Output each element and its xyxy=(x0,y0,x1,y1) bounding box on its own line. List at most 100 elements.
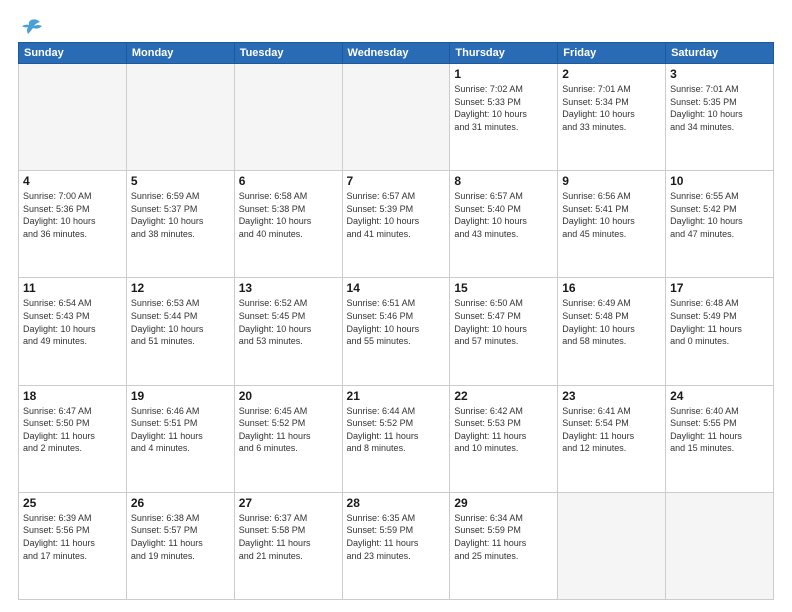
calendar-cell: 23 Sunrise: 6:41 AM Sunset: 5:54 PM Dayli… xyxy=(558,385,666,492)
cell-info: Sunrise: 6:41 AM Sunset: 5:54 PM Dayligh… xyxy=(562,405,661,455)
calendar-cell: 16 Sunrise: 6:49 AM Sunset: 5:48 PM Dayli… xyxy=(558,278,666,385)
calendar-cell: 4 Sunrise: 7:00 AM Sunset: 5:36 PM Daylig… xyxy=(19,171,127,278)
day-number: 26 xyxy=(131,496,230,510)
cell-info: Sunrise: 6:57 AM Sunset: 5:40 PM Dayligh… xyxy=(454,190,553,240)
day-number: 5 xyxy=(131,174,230,188)
cell-info: Sunrise: 6:52 AM Sunset: 5:45 PM Dayligh… xyxy=(239,297,338,347)
day-number: 24 xyxy=(670,389,769,403)
cell-info: Sunrise: 6:45 AM Sunset: 5:52 PM Dayligh… xyxy=(239,405,338,455)
calendar-cell xyxy=(558,492,666,599)
cell-info: Sunrise: 6:38 AM Sunset: 5:57 PM Dayligh… xyxy=(131,512,230,562)
page: SundayMondayTuesdayWednesdayThursdayFrid… xyxy=(0,0,792,612)
calendar-cell: 17 Sunrise: 6:48 AM Sunset: 5:49 PM Dayli… xyxy=(666,278,774,385)
day-number: 10 xyxy=(670,174,769,188)
day-number: 12 xyxy=(131,281,230,295)
calendar-cell: 1 Sunrise: 7:02 AM Sunset: 5:33 PM Daylig… xyxy=(450,64,558,171)
calendar-cell: 22 Sunrise: 6:42 AM Sunset: 5:53 PM Dayli… xyxy=(450,385,558,492)
day-number: 11 xyxy=(23,281,122,295)
day-number: 17 xyxy=(670,281,769,295)
cell-info: Sunrise: 6:51 AM Sunset: 5:46 PM Dayligh… xyxy=(347,297,446,347)
cell-info: Sunrise: 6:55 AM Sunset: 5:42 PM Dayligh… xyxy=(670,190,769,240)
cell-info: Sunrise: 6:56 AM Sunset: 5:41 PM Dayligh… xyxy=(562,190,661,240)
day-number: 19 xyxy=(131,389,230,403)
calendar-cell: 24Sunrise: 6:40 AM Sunset: 5:55 PM Dayli… xyxy=(666,385,774,492)
cell-info: Sunrise: 6:58 AM Sunset: 5:38 PM Dayligh… xyxy=(239,190,338,240)
cell-info: Sunrise: 6:46 AM Sunset: 5:51 PM Dayligh… xyxy=(131,405,230,455)
day-number: 18 xyxy=(23,389,122,403)
cell-info: Sunrise: 6:49 AM Sunset: 5:48 PM Dayligh… xyxy=(562,297,661,347)
col-header-sunday: Sunday xyxy=(19,43,127,64)
day-number: 6 xyxy=(239,174,338,188)
calendar-cell: 5 Sunrise: 6:59 AM Sunset: 5:37 PM Daylig… xyxy=(126,171,234,278)
cell-info: Sunrise: 6:50 AM Sunset: 5:47 PM Dayligh… xyxy=(454,297,553,347)
day-number: 22 xyxy=(454,389,553,403)
cell-info: Sunrise: 6:59 AM Sunset: 5:37 PM Dayligh… xyxy=(131,190,230,240)
day-number: 21 xyxy=(347,389,446,403)
day-number: 28 xyxy=(347,496,446,510)
col-header-wednesday: Wednesday xyxy=(342,43,450,64)
day-number: 29 xyxy=(454,496,553,510)
calendar-week-row: 18 Sunrise: 6:47 AM Sunset: 5:50 PM Dayli… xyxy=(19,385,774,492)
calendar-cell: 14 Sunrise: 6:51 AM Sunset: 5:46 PM Dayli… xyxy=(342,278,450,385)
calendar-cell: 9 Sunrise: 6:56 AM Sunset: 5:41 PM Daylig… xyxy=(558,171,666,278)
cell-info: Sunrise: 6:54 AM Sunset: 5:43 PM Dayligh… xyxy=(23,297,122,347)
cell-info: Sunrise: 6:37 AM Sunset: 5:58 PM Dayligh… xyxy=(239,512,338,562)
day-number: 8 xyxy=(454,174,553,188)
calendar-week-row: 4 Sunrise: 7:00 AM Sunset: 5:36 PM Daylig… xyxy=(19,171,774,278)
cell-info: Sunrise: 7:01 AM Sunset: 5:35 PM Dayligh… xyxy=(670,83,769,133)
day-number: 23 xyxy=(562,389,661,403)
calendar-cell: 8 Sunrise: 6:57 AM Sunset: 5:40 PM Daylig… xyxy=(450,171,558,278)
calendar-table: SundayMondayTuesdayWednesdayThursdayFrid… xyxy=(18,42,774,600)
header xyxy=(18,16,774,34)
day-number: 1 xyxy=(454,67,553,81)
cell-info: Sunrise: 6:48 AM Sunset: 5:49 PM Dayligh… xyxy=(670,297,769,347)
calendar-week-row: 11 Sunrise: 6:54 AM Sunset: 5:43 PM Dayli… xyxy=(19,278,774,385)
col-header-thursday: Thursday xyxy=(450,43,558,64)
day-number: 25 xyxy=(23,496,122,510)
calendar-week-row: 1 Sunrise: 7:02 AM Sunset: 5:33 PM Daylig… xyxy=(19,64,774,171)
cell-info: Sunrise: 6:47 AM Sunset: 5:50 PM Dayligh… xyxy=(23,405,122,455)
calendar-cell: 20 Sunrise: 6:45 AM Sunset: 5:52 PM Dayli… xyxy=(234,385,342,492)
calendar-cell: 27 Sunrise: 6:37 AM Sunset: 5:58 PM Dayli… xyxy=(234,492,342,599)
day-number: 14 xyxy=(347,281,446,295)
day-number: 13 xyxy=(239,281,338,295)
calendar-cell: 29 Sunrise: 6:34 AM Sunset: 5:59 PM Dayli… xyxy=(450,492,558,599)
calendar-cell: 2Sunrise: 7:01 AM Sunset: 5:34 PM Daylig… xyxy=(558,64,666,171)
cell-info: Sunrise: 7:01 AM Sunset: 5:34 PM Dayligh… xyxy=(562,83,661,133)
cell-info: Sunrise: 7:00 AM Sunset: 5:36 PM Dayligh… xyxy=(23,190,122,240)
logo xyxy=(18,16,42,34)
calendar-cell: 3 Sunrise: 7:01 AM Sunset: 5:35 PM Daylig… xyxy=(666,64,774,171)
col-header-friday: Friday xyxy=(558,43,666,64)
cell-info: Sunrise: 6:39 AM Sunset: 5:56 PM Dayligh… xyxy=(23,512,122,562)
day-number: 4 xyxy=(23,174,122,188)
calendar-cell: 18 Sunrise: 6:47 AM Sunset: 5:50 PM Dayli… xyxy=(19,385,127,492)
col-header-saturday: Saturday xyxy=(666,43,774,64)
day-number: 16 xyxy=(562,281,661,295)
calendar-cell: 25 Sunrise: 6:39 AM Sunset: 5:56 PM Dayli… xyxy=(19,492,127,599)
calendar-cell: 11 Sunrise: 6:54 AM Sunset: 5:43 PM Dayli… xyxy=(19,278,127,385)
cell-info: Sunrise: 6:44 AM Sunset: 5:52 PM Dayligh… xyxy=(347,405,446,455)
calendar-cell xyxy=(234,64,342,171)
calendar-cell: 13 Sunrise: 6:52 AM Sunset: 5:45 PM Dayli… xyxy=(234,278,342,385)
day-number: 20 xyxy=(239,389,338,403)
cell-info: Sunrise: 6:42 AM Sunset: 5:53 PM Dayligh… xyxy=(454,405,553,455)
calendar-cell: 10 Sunrise: 6:55 AM Sunset: 5:42 PM Dayli… xyxy=(666,171,774,278)
calendar-header-row: SundayMondayTuesdayWednesdayThursdayFrid… xyxy=(19,43,774,64)
day-number: 15 xyxy=(454,281,553,295)
calendar-week-row: 25 Sunrise: 6:39 AM Sunset: 5:56 PM Dayli… xyxy=(19,492,774,599)
day-number: 3 xyxy=(670,67,769,81)
calendar-cell: 7Sunrise: 6:57 AM Sunset: 5:39 PM Daylig… xyxy=(342,171,450,278)
calendar-cell: 6 Sunrise: 6:58 AM Sunset: 5:38 PM Daylig… xyxy=(234,171,342,278)
day-number: 7 xyxy=(347,174,446,188)
calendar-cell: 12 Sunrise: 6:53 AM Sunset: 5:44 PM Dayli… xyxy=(126,278,234,385)
calendar-cell xyxy=(19,64,127,171)
col-header-tuesday: Tuesday xyxy=(234,43,342,64)
day-number: 27 xyxy=(239,496,338,510)
calendar-cell: 26 Sunrise: 6:38 AM Sunset: 5:57 PM Dayli… xyxy=(126,492,234,599)
cell-info: Sunrise: 7:02 AM Sunset: 5:33 PM Dayligh… xyxy=(454,83,553,133)
day-number: 9 xyxy=(562,174,661,188)
calendar-cell: 21 Sunrise: 6:44 AM Sunset: 5:52 PM Dayli… xyxy=(342,385,450,492)
cell-info: Sunrise: 6:34 AM Sunset: 5:59 PM Dayligh… xyxy=(454,512,553,562)
cell-info: Sunrise: 6:35 AM Sunset: 5:59 PM Dayligh… xyxy=(347,512,446,562)
cell-info: Sunrise: 6:53 AM Sunset: 5:44 PM Dayligh… xyxy=(131,297,230,347)
